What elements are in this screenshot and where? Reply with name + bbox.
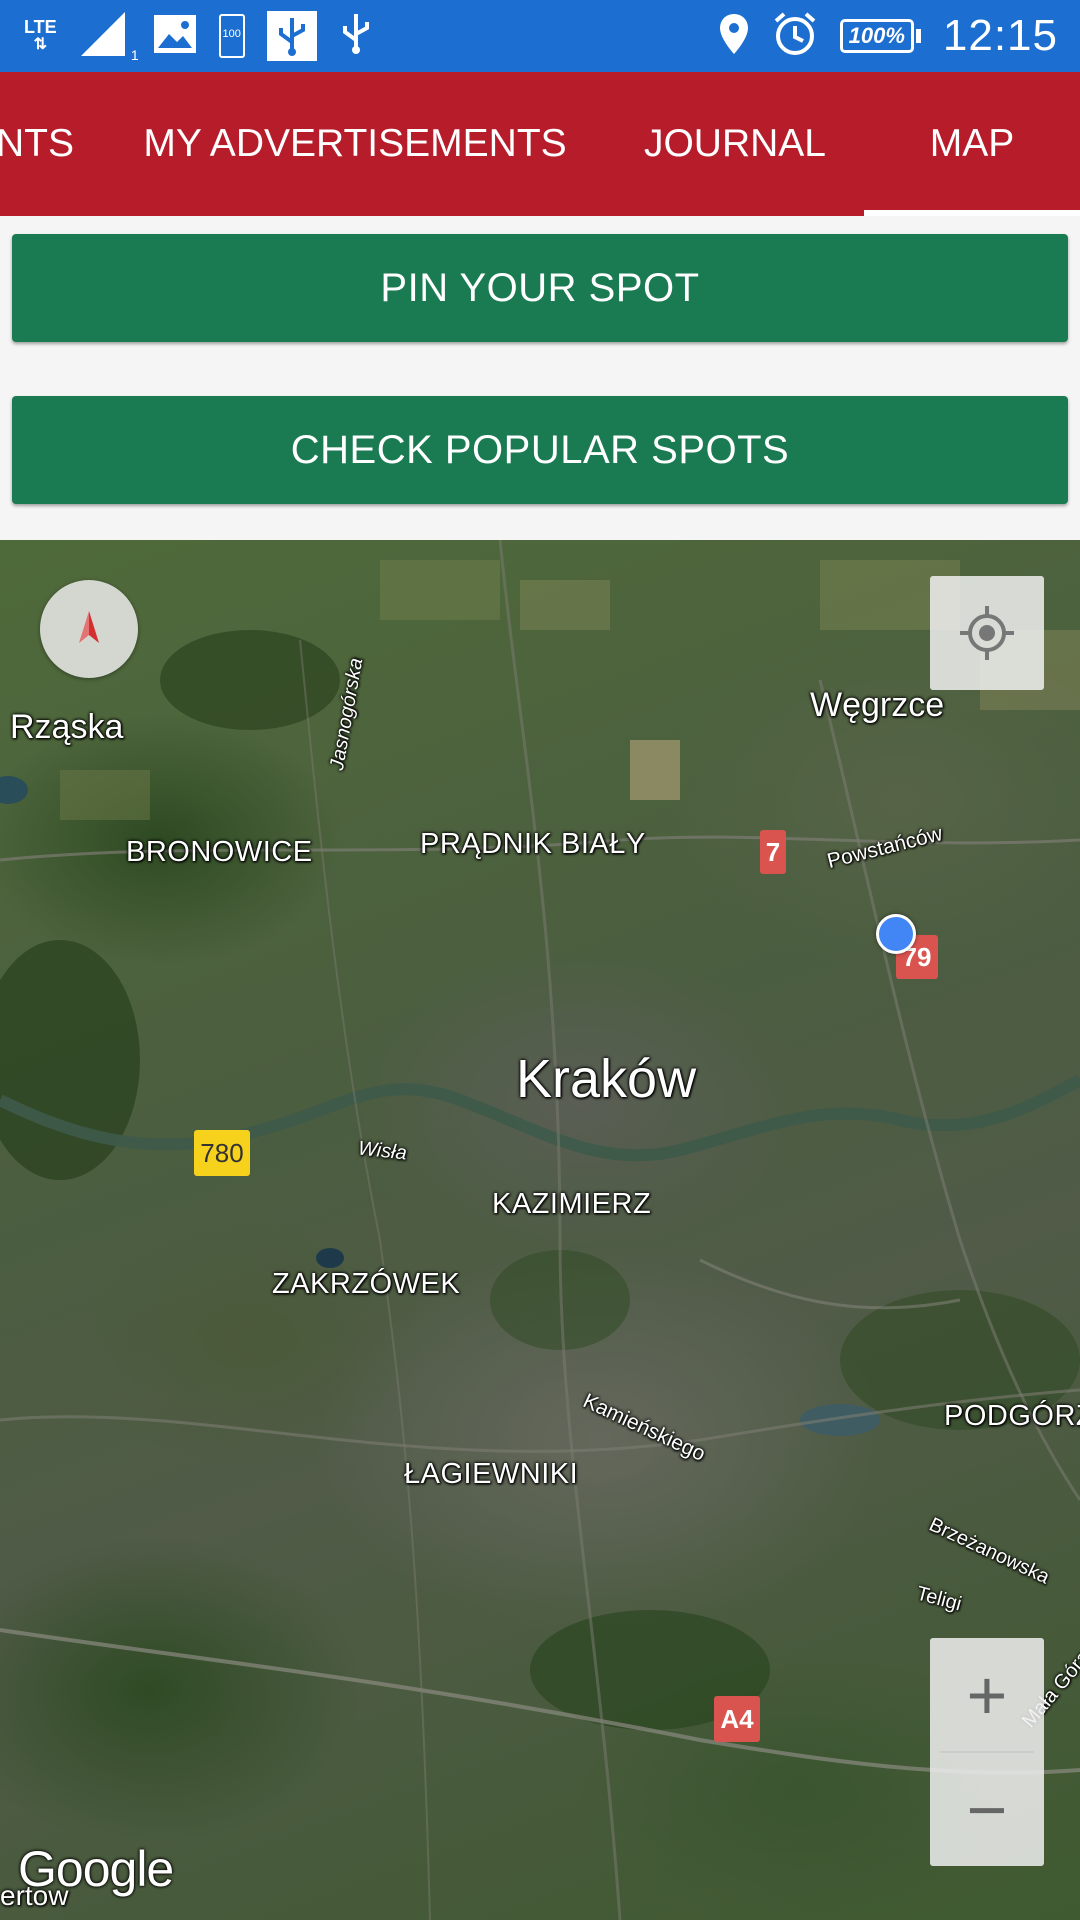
road-sign-a4: A4 [714,1696,760,1742]
my-location-button[interactable] [930,576,1044,690]
battery-saver-icon: 100 [218,14,245,58]
map-label-wisla: Wisła [357,1137,408,1165]
compass-button[interactable] [40,580,138,678]
tab-my-advertisements[interactable]: MY ADVERTISEMENTS [120,72,590,216]
compass-icon [79,611,99,643]
location-pin-icon [718,12,750,61]
map-label-podgorze: PODGÓRZE [944,1400,1080,1432]
map-label-wegrzce: Węgrzce [810,686,945,724]
lte-indicator: LTE ⇅ [24,17,57,53]
zoom-in-button[interactable]: + [930,1638,1044,1751]
battery-icon: 100% [839,19,921,53]
minus-icon: − [966,1770,1008,1849]
signal-icon: 1 [79,10,139,63]
road-sign-7: 7 [760,830,786,874]
tab-bar: NTS MY ADVERTISEMENTS JOURNAL MAP [0,72,1080,216]
google-logo: Google [18,1841,174,1897]
alarm-icon [772,11,818,62]
map-label-krakow: Kraków [516,1049,697,1109]
usb-icon [266,11,317,61]
map-label-kazimierz: KAZIMIERZ [492,1188,652,1220]
map-label-pradnik-bialy: PRĄDNIK BIAŁY [420,828,646,860]
map-label-lagiewniki: ŁAGIEWNIKI [404,1458,579,1490]
tab-map[interactable]: MAP [864,72,1080,216]
road-sign-780: 780 [194,1130,250,1176]
check-popular-spots-button[interactable]: CHECK POPULAR SPOTS [12,396,1068,504]
pin-your-spot-button[interactable]: PIN YOUR SPOT [12,234,1068,342]
tab-indicator [864,210,1080,216]
crosshair-icon [960,606,1014,660]
map-label-rzaska: Rząska [10,708,124,746]
map-label-zakrzowek: ZAKRZÓWEK [272,1268,461,1300]
zoom-out-button[interactable]: − [930,1753,1044,1866]
image-icon [153,14,197,59]
status-bar: LTE ⇅ 1 100 100% 12:15 [0,0,1080,72]
usb-debug-icon [339,12,373,61]
map-label-bronowice: BRONOWICE [126,836,313,868]
plus-icon: + [966,1655,1008,1734]
zoom-controls: + − [930,1638,1044,1866]
map-view[interactable]: Rząska Węgrzce BRONOWICE PRĄDNIK BIAŁY K… [0,540,1080,1920]
current-location-marker [876,914,916,954]
map-terrain [0,540,1080,1920]
tab-journal[interactable]: JOURNAL [620,72,850,216]
tab-partial[interactable]: NTS [0,72,80,216]
clock: 12:15 [942,11,1058,60]
